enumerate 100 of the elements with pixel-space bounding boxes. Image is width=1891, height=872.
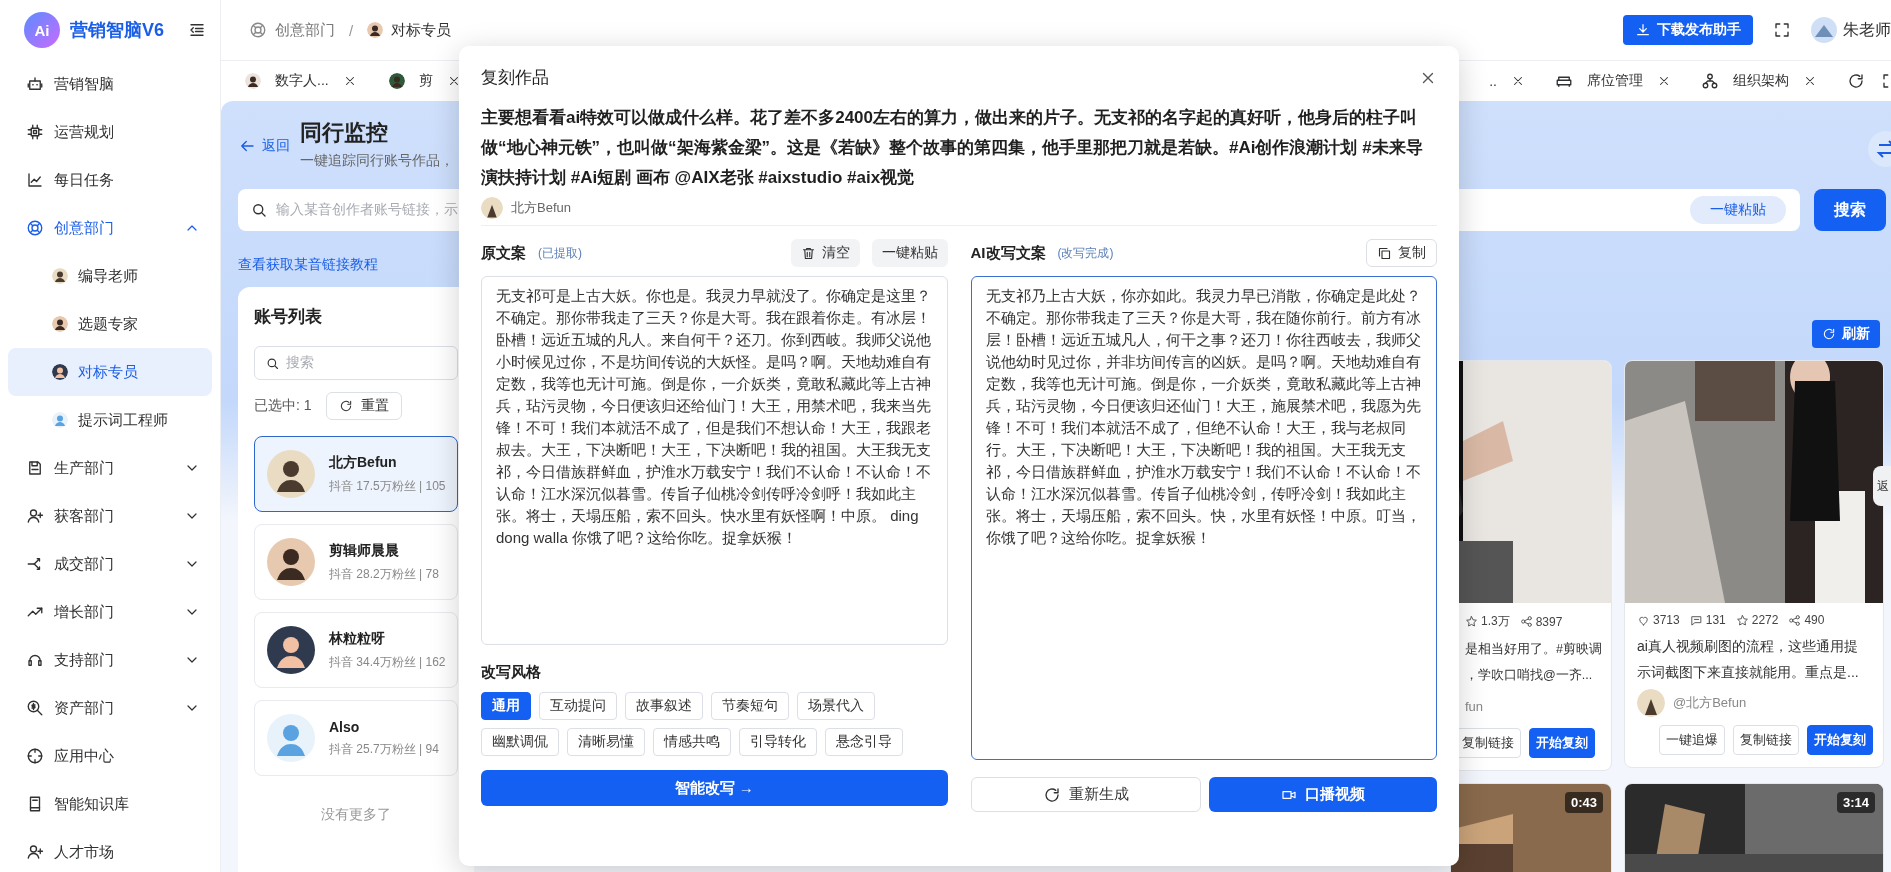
nav-item[interactable]: 编导老师 — [0, 252, 220, 300]
robot-icon — [26, 75, 44, 93]
nav-item[interactable]: 选题专家 — [0, 300, 220, 348]
nav-item[interactable]: 运营规划 — [0, 108, 220, 156]
share-icon — [1788, 613, 1802, 627]
account-item[interactable]: 北方Befun 抖音 17.5万粉丝 | 105 — [254, 436, 458, 512]
share-icon — [1519, 615, 1533, 628]
primary-button[interactable]: 开始复刻 — [1529, 728, 1595, 758]
refresh-icon[interactable] — [1847, 72, 1865, 90]
search-button[interactable]: 搜索 — [1814, 189, 1886, 231]
video-description: ，学吹口哨找@一齐... — [1465, 667, 1594, 684]
account-item[interactable]: Also 抖音 25.7万粉丝 | 94 — [254, 700, 458, 776]
comment-icon — [1689, 613, 1703, 627]
collapse-menu-icon[interactable] — [188, 21, 206, 39]
text-area[interactable]: 无支祁可是上古大妖。你也是。我灵力早就没了。你确定是这里？不确定。那你带我走了三天？你是大哥。我在跟着你走。有冰层！卧槽！远近五城的凡人。来自何干？还刀。你到西岐。我师父说他小时候见过你，不是坊间传说的大妖怪。是吗？啊。天地劫难自有定数，我等也无计可施。倒是你，一介妖类，竟敢私藏此等上古神兵，玷污灵物，今日便该归还给仙门！大王，用禁术吧，我来当先锋！不可！我们本就活不成了，但是我们不想认命！大王，我跟老叔去。大王，下决断吧！大王，下决断吧！我的祖国。大王我无支祁，今日借族群鲜血，护淮水万载安宁！我们不认命！不认命！不认命！江水深沉似暮雪。传旨子仙桃冷剑传呼冷剑呼！我如此主张。将士，天塌压船，索不回头。快水里有妖怪啊！中原。 ding dong walla 你饿了吧？这给你吃。捉拿妖猴！ — [481, 276, 948, 645]
avatar[interactable] — [1811, 17, 1837, 43]
avatar — [267, 714, 315, 762]
nav-item[interactable]: 生产部门 — [0, 444, 220, 492]
nav-item[interactable]: 支持部门 — [0, 636, 220, 684]
account-stats: 抖音 28.2万粉丝 | 78 — [329, 565, 439, 583]
clear-button[interactable]: 清空 — [790, 239, 860, 267]
stat-count: 2272 — [1751, 613, 1779, 627]
close-icon[interactable] — [1803, 74, 1817, 88]
avatar — [267, 450, 315, 498]
account-name: 林粒粒呀 — [329, 629, 386, 648]
account-name: Also — [329, 718, 361, 735]
video-button[interactable]: 口播视频 — [1208, 777, 1437, 812]
close-icon[interactable] — [1657, 74, 1671, 88]
close-icon[interactable] — [1511, 74, 1525, 88]
paste-button[interactable]: 一键粘贴 — [871, 239, 948, 267]
tutorial-link[interactable]: 查看获取某音链接教程 — [238, 253, 378, 275]
style-chip[interactable]: 场景代入 — [797, 692, 875, 720]
page-subtitle: 一键追踪同行账号作品， — [300, 151, 454, 170]
refresh-icon — [1822, 327, 1836, 341]
action-button[interactable]: 复制链接 — [1733, 725, 1799, 755]
stat-count: 1.3万 — [1481, 613, 1510, 630]
account-item[interactable]: 林粒粒呀 抖音 34.4万粉丝 | 162 — [254, 612, 458, 688]
refresh-button[interactable]: 刷新 — [1812, 320, 1880, 348]
search-dollar-icon — [26, 699, 44, 717]
account-item[interactable]: 剪辑师晨晨 抖音 28.2万粉丝 | 78 — [254, 524, 458, 600]
nav-item[interactable]: 提示词工程师 — [0, 396, 220, 444]
avatar — [245, 73, 261, 89]
user-plus-icon — [26, 507, 44, 525]
fullscreen-icon[interactable] — [1773, 21, 1791, 39]
style-chip[interactable]: 悬念引导 — [825, 728, 903, 756]
style-chip[interactable]: 节奏短句 — [711, 692, 789, 720]
nav-item[interactable]: 应用中心 — [0, 732, 220, 780]
download-button[interactable]: 下载发布助手 — [1623, 15, 1753, 45]
account-stats: 抖音 25.7万粉丝 | 94 — [329, 740, 439, 758]
text-area[interactable]: 无支祁乃上古大妖，你亦如此。我灵力早已消散，你确定是此处？不确定。那你带我走了三天？你是大哥，我在随你前行。前方有冰层！卧槽！远近五城凡人，何干之事？还刀！你往西岐去，我师父说他幼时见过你，并非坊间传言的凶妖。是吗？啊。天地劫难自有定数，我等也无计可施。倒是你，一介妖类，竟敢私藏此等上古神兵，玷污灵物，今日便该归还仙门！大王，施展禁术吧，我愿为先锋！不可！我们本就活不成了，但绝不认命！大王，我与老叔同行。大王，下决断吧！大王，下决断吧！我的祖国。大王我无支祁，今日借族群鲜血，护淮水万载安宁！我们不认命！不认命！不认命！江水深沉似暮雪。传旨子仙桃冷剑，传呼冷剑！我如此主张。将士，天塌压船，索不回头。快，水里有妖怪！中原。叮当，你饿了吧？这给你吃。捉拿妖猴！ — [970, 276, 1437, 760]
tab[interactable]: 数字人... — [245, 72, 357, 90]
regenerate-button[interactable]: 重新生成 — [970, 777, 1201, 812]
avatar — [52, 268, 68, 284]
user-name[interactable]: 朱老师 — [1843, 19, 1891, 41]
tab[interactable]: 剪 — [388, 72, 461, 90]
paste-button[interactable]: 一键粘贴 — [1690, 196, 1786, 224]
trash-icon — [800, 245, 816, 261]
stat-count: 131 — [1705, 613, 1726, 627]
nav-item[interactable]: 创意部门 — [0, 204, 220, 252]
nav-item[interactable]: 成交部门 — [0, 540, 220, 588]
nav-item[interactable]: 人才市场 — [0, 828, 220, 872]
tab[interactable]: 组织架构 — [1701, 72, 1817, 90]
nav-item[interactable]: 每日任务 — [0, 156, 220, 204]
nav-item[interactable]: 增长部门 — [0, 588, 220, 636]
nav-item[interactable]: 智能知识库 — [0, 780, 220, 828]
reset-button[interactable]: 重置 — [325, 392, 402, 420]
breadcrumb-item: 对标专员 — [391, 20, 452, 40]
nav-item[interactable]: 获客部门 — [0, 492, 220, 540]
nav-item[interactable]: 对标专员 — [8, 348, 212, 396]
stat-count: 8397 — [1535, 614, 1563, 629]
tab[interactable]: 席位管理 — [1555, 72, 1671, 90]
crosshair-icon — [26, 747, 44, 765]
style-chip[interactable]: 清晰易懂 — [567, 728, 645, 756]
style-chip[interactable]: 情感共鸣 — [653, 728, 731, 756]
account-name: 北方Befun — [329, 453, 398, 472]
style-chip[interactable]: 互动提问 — [539, 692, 617, 720]
style-chip[interactable]: 引导转化 — [739, 728, 817, 756]
copy-button[interactable]: 复制 — [1366, 239, 1437, 267]
style-chip[interactable]: 故事叙述 — [625, 692, 703, 720]
chip-icon — [26, 123, 44, 141]
rewrite-button[interactable]: 智能改写 → — [481, 770, 948, 806]
org-chart-icon — [1701, 72, 1719, 90]
lifebuoy-icon — [249, 21, 267, 39]
back-link[interactable]: 返回 — [238, 137, 290, 155]
breadcrumb-item[interactable]: 创意部门 — [275, 20, 335, 40]
action-button[interactable]: 一键追爆 — [1659, 725, 1725, 755]
account-stats: 抖音 17.5万粉丝 | 105 — [329, 477, 446, 495]
style-chip[interactable]: 幽默调侃 — [481, 728, 559, 756]
primary-button[interactable]: 开始复刻 — [1807, 725, 1873, 755]
side-tab[interactable]: 返 — [1873, 466, 1891, 506]
nav-item[interactable]: 资产部门 — [0, 684, 220, 732]
tab[interactable]: .. — [1489, 73, 1525, 89]
style-chip[interactable]: 通用 — [481, 692, 531, 720]
avatar — [388, 73, 405, 89]
avatar — [267, 626, 315, 674]
section-label: AI改写文案 — [970, 243, 1046, 263]
video-duration: 3:14 — [1836, 792, 1875, 813]
section-label: 原文案 — [481, 243, 526, 263]
nav-item[interactable]: 营销智脑 — [0, 60, 220, 108]
copy-icon — [1377, 245, 1392, 261]
